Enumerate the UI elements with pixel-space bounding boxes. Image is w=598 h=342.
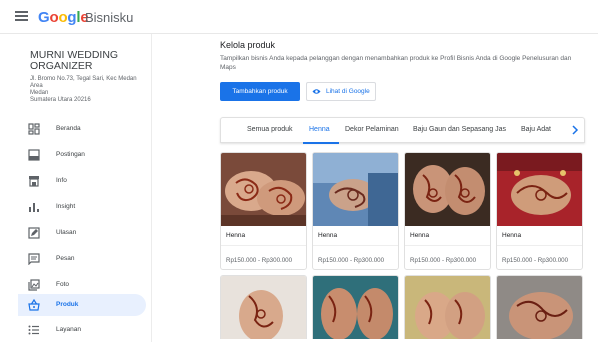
card-divider xyxy=(221,245,306,246)
product-photo xyxy=(313,276,398,339)
business-address: Jl. Bromo No.73, Tegal Sari, Kec Medan A… xyxy=(30,76,137,103)
product-card[interactable]: Henna Rp150.000 - Rp300.000 xyxy=(312,152,399,270)
sidebar-item-label: Info xyxy=(56,177,67,184)
tab-baju-gaun-jas[interactable]: Baju Gaun dan Sepasang Jas xyxy=(413,126,506,133)
view-on-google-label: Lihat di Google xyxy=(326,88,370,95)
product-price: Rp150.000 - Rp300.000 xyxy=(226,257,293,264)
product-card[interactable] xyxy=(220,275,307,339)
sidebar-item-label: Produk xyxy=(56,301,79,308)
sidebar-item-produk[interactable]: Produk xyxy=(18,294,146,316)
card-divider xyxy=(405,245,490,246)
home-dashboard-icon xyxy=(28,123,40,135)
product-card[interactable] xyxy=(312,275,399,339)
product-name: Bisnisku xyxy=(85,10,134,25)
product-photo xyxy=(405,153,490,226)
business-name: MURNI WEDDING ORGANIZER xyxy=(30,49,119,72)
posts-icon xyxy=(28,149,40,161)
product-name: Henna xyxy=(410,232,430,239)
product-photo xyxy=(405,276,490,339)
sidebar-item-postingan[interactable]: Postingan xyxy=(18,144,146,166)
reviews-icon xyxy=(28,227,40,239)
chevron-right-icon[interactable] xyxy=(571,125,579,135)
tab-henna[interactable]: Henna xyxy=(309,126,330,133)
sidebar-item-label: Layanan xyxy=(56,326,81,333)
sidebar-item-beranda[interactable]: Beranda xyxy=(18,118,146,140)
product-price: Rp150.000 - Rp300.000 xyxy=(502,257,569,264)
product-price: Rp150.000 - Rp300.000 xyxy=(318,257,385,264)
app-header: Google Bisnisku xyxy=(0,0,598,34)
tab-semua-produk[interactable]: Semua produk xyxy=(247,126,293,133)
page-description: Tampilkan bisnis Anda kepada pelanggan d… xyxy=(220,55,572,71)
product-photo xyxy=(221,153,306,226)
sidebar-item-pesan[interactable]: Pesan xyxy=(18,248,146,270)
eye-icon xyxy=(312,89,321,94)
product-card[interactable] xyxy=(496,275,583,339)
tab-dekor-pelaminan[interactable]: Dekor Pelaminan xyxy=(345,126,399,133)
messages-icon xyxy=(28,253,40,265)
sidebar-item-layanan[interactable]: Layanan xyxy=(18,319,146,341)
info-store-icon xyxy=(29,176,39,187)
product-photo xyxy=(313,153,398,226)
card-divider xyxy=(313,245,398,246)
sidebar-item-foto[interactable]: Foto xyxy=(18,274,146,296)
product-card[interactable]: Henna Rp150.000 - Rp300.000 xyxy=(220,152,307,270)
product-name: Henna xyxy=(318,232,338,239)
sidebar-item-ulasan[interactable]: Ulasan xyxy=(18,222,146,244)
sidebar-item-label: Ulasan xyxy=(56,229,77,236)
add-product-button[interactable]: Tambahkan produk xyxy=(220,82,300,101)
sidebar-item-label: Foto xyxy=(56,281,70,288)
product-price: Rp150.000 - Rp300.000 xyxy=(410,257,477,264)
sidebar: MURNI WEDDING ORGANIZER Jl. Bromo No.73,… xyxy=(0,34,152,342)
sidebar-item-label: Beranda xyxy=(56,125,81,132)
card-divider xyxy=(497,245,582,246)
products-basket-icon xyxy=(28,299,40,311)
tab-baju-adat[interactable]: Baju Adat xyxy=(521,126,551,133)
view-on-google-button[interactable]: Lihat di Google xyxy=(306,82,376,101)
product-photo xyxy=(497,276,582,339)
product-card[interactable] xyxy=(404,275,491,339)
product-card[interactable]: Henna Rp150.000 - Rp300.000 xyxy=(404,152,491,270)
insights-bar-icon xyxy=(29,203,39,212)
sidebar-item-info[interactable]: Info xyxy=(18,170,146,192)
product-photo xyxy=(497,153,582,226)
photos-icon xyxy=(28,279,40,291)
sidebar-item-label: Pesan xyxy=(56,255,75,262)
menu-icon[interactable] xyxy=(15,11,28,21)
sidebar-item-label: Insight xyxy=(56,203,76,210)
active-tab-indicator xyxy=(303,142,339,144)
services-list-icon xyxy=(28,325,39,335)
product-card[interactable]: Henna Rp150.000 - Rp300.000 xyxy=(496,152,583,270)
page-title: Kelola produk xyxy=(220,40,276,50)
product-category-tabs: Semua produk Henna Dekor Pelaminan Baju … xyxy=(220,117,585,144)
sidebar-item-label: Postingan xyxy=(56,151,85,158)
google-logo[interactable]: Google xyxy=(38,9,89,26)
product-name: Henna xyxy=(226,232,246,239)
product-photo xyxy=(221,276,306,339)
product-name: Henna xyxy=(502,232,522,239)
sidebar-item-insight[interactable]: Insight xyxy=(18,196,146,218)
